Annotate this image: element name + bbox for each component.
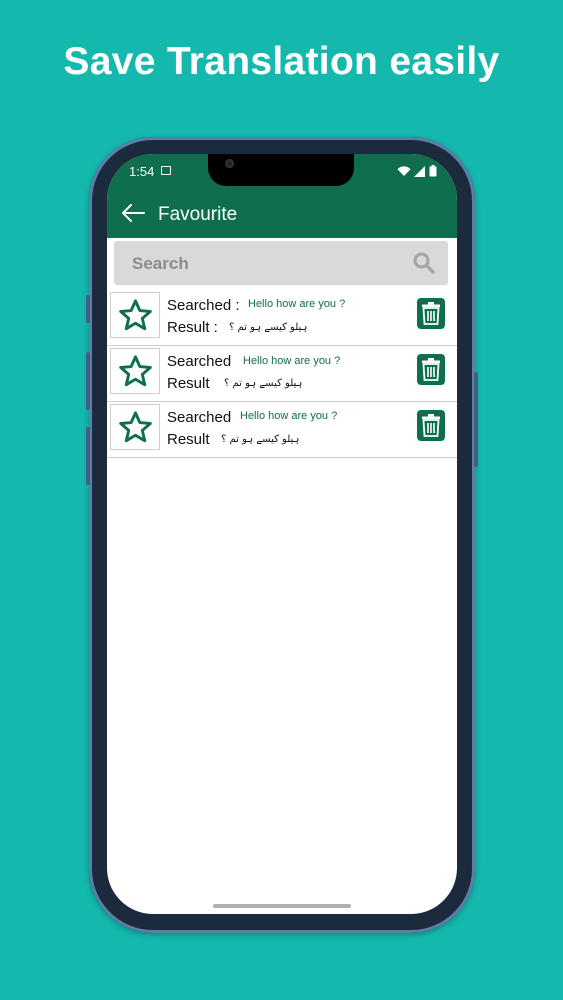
wifi-icon — [397, 165, 411, 176]
favourite-star-button[interactable] — [110, 404, 160, 450]
result-label: Result — [167, 431, 210, 448]
result-text: ہیلو کیسے ہو تم ؟ — [229, 322, 308, 333]
result-text: ہیلو کیسے ہو تم ؟ — [221, 434, 300, 445]
trash-icon — [422, 302, 440, 325]
phone-screen: 1:54 Favourite Search Searched: Hello h… — [107, 154, 457, 914]
delete-button[interactable] — [417, 298, 445, 329]
result-label: Result — [167, 375, 210, 392]
list-item: Searched : Hello how are you ? Result : … — [107, 290, 457, 346]
volume-down-button — [86, 427, 90, 485]
searched-text: Hello how are you ? — [240, 410, 338, 422]
searched-label: Searched — [167, 409, 232, 426]
result-text: ہیلو کیسے ہو تم ؟ — [224, 378, 303, 389]
star-icon — [119, 299, 152, 331]
page-title: Favourite — [158, 204, 238, 225]
image-icon — [161, 166, 171, 175]
status-icons — [397, 165, 437, 177]
back-arrow-icon[interactable] — [120, 202, 146, 224]
delete-button[interactable] — [417, 410, 445, 441]
search-icon[interactable] — [412, 251, 436, 275]
favourite-star-button[interactable] — [110, 348, 160, 394]
trash-icon — [422, 358, 440, 381]
home-indicator[interactable] — [213, 904, 351, 908]
favourite-star-button[interactable] — [110, 292, 160, 338]
star-icon — [119, 411, 152, 443]
app-bar: Favourite — [107, 192, 457, 238]
headline: Save Translation easily — [63, 40, 500, 83]
list-item: Searched Hello how are you ? Result ہیلو… — [107, 346, 457, 402]
searched-text: Hello how are you ? — [243, 355, 341, 367]
power-button — [474, 372, 478, 467]
volume-up-button — [86, 352, 90, 410]
list-item: Searched Hello how are you ? Result ہیلو… — [107, 402, 457, 458]
searched-label: Searched — [167, 353, 232, 370]
status-time: 1:54 — [129, 164, 155, 179]
star-icon — [119, 355, 152, 387]
battery-icon — [429, 165, 437, 177]
result-label: Result : — [167, 319, 218, 336]
search-bar[interactable]: Search — [114, 241, 448, 285]
trash-icon — [422, 414, 440, 437]
searched-text: Hello how are you ? — [248, 298, 346, 310]
search-placeholder: Search — [132, 254, 189, 273]
front-camera — [225, 159, 234, 168]
camera-notch — [208, 154, 354, 186]
delete-button[interactable] — [417, 354, 445, 385]
phone-frame: 1:54 Favourite Search Searched: Hello h… — [86, 137, 478, 933]
signal-icon — [414, 165, 425, 177]
mute-switch — [86, 295, 90, 323]
searched-label: Searched : — [167, 297, 240, 314]
